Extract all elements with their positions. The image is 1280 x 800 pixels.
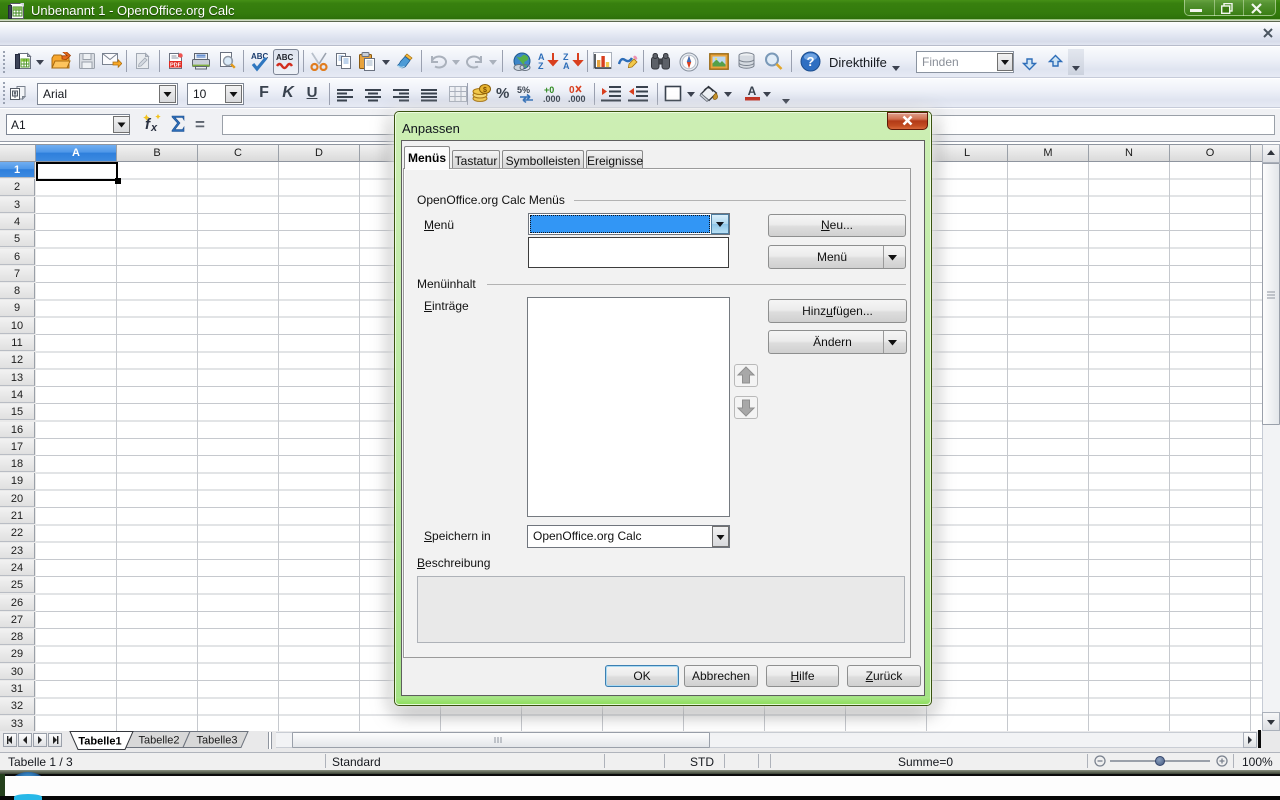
svg-text:Tabelle3: Tabelle3: [197, 735, 238, 747]
svg-text:?: ?: [807, 54, 815, 69]
svg-text:Z: Z: [538, 61, 544, 71]
svg-text:A: A: [748, 84, 757, 98]
svg-text:.000: .000: [568, 94, 586, 103]
svg-text:PDF: PDF: [170, 62, 182, 68]
svg-text:x: x: [150, 122, 158, 133]
svg-text:A: A: [563, 61, 570, 71]
svg-text:Tabelle1: Tabelle1: [78, 736, 121, 748]
svg-text:.000: .000: [543, 94, 561, 103]
svg-text:Tabelle2: Tabelle2: [139, 735, 180, 747]
svg-text:$: $: [483, 87, 487, 94]
svg-text:5%: 5%: [517, 85, 530, 95]
svg-text:ABC: ABC: [276, 53, 294, 62]
